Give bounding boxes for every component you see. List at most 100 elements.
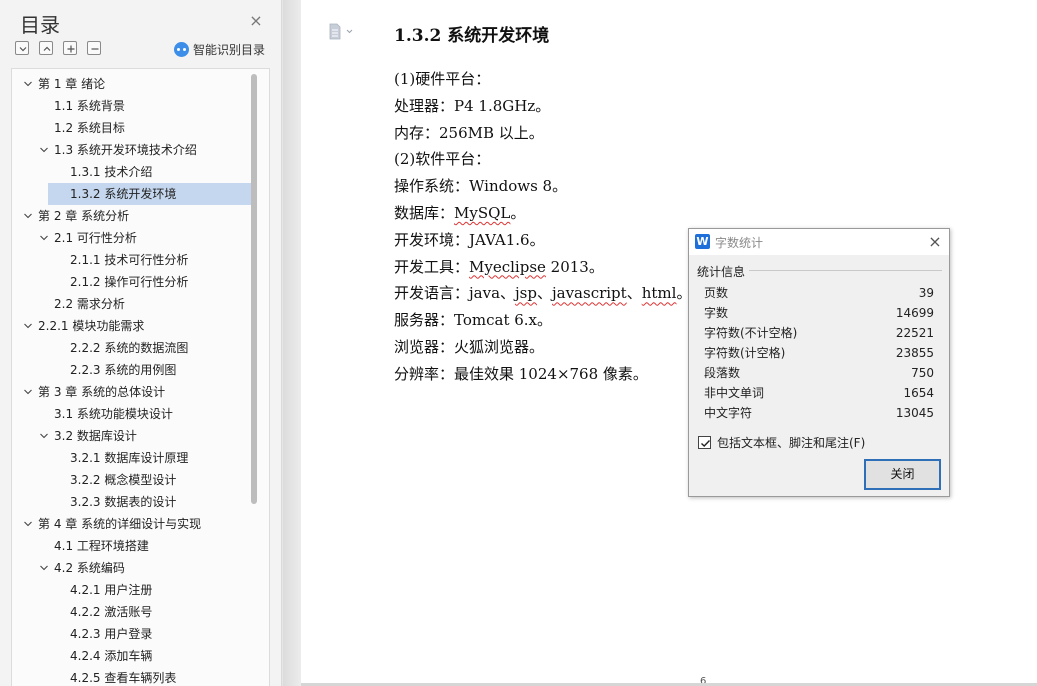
collapse-all-icon[interactable] [15,41,29,55]
smart-toc-label: 智能识别目录 [193,42,266,57]
stat-value: 22521 [895,326,934,340]
toc-scrollbar[interactable] [251,74,257,504]
expand-all-icon[interactable] [39,41,53,55]
toc-item[interactable]: 1.3 系统开发环境技术介绍 [12,139,252,161]
toc-item[interactable]: 4.2.2 激活账号 [12,601,252,623]
chevron-down-icon[interactable] [39,233,49,243]
toc-item-label: 2.2.2 系统的数据流图 [70,341,189,355]
toc-item[interactable]: 1.3.1 技术介绍 [12,161,252,183]
toc-close-icon[interactable]: × [247,12,265,30]
include-textboxes-checkbox[interactable]: 包括文本框、脚注和尾注(F) [698,434,865,450]
toc-item-label: 第 2 章 系统分析 [38,209,130,223]
toc-item-label: 2.2 需求分析 [54,297,125,311]
toc-item[interactable]: 3.1 系统功能模块设计 [12,403,252,425]
toc-item-label: 4.2.5 查看车辆列表 [70,671,177,685]
toc-item[interactable]: 4.2.1 用户注册 [12,579,252,601]
toc-item[interactable]: 3.2 数据库设计 [12,425,252,447]
smart-toc-button[interactable]: 智能识别目录 [174,40,265,58]
document-line: 处理器：P4 1.8GHz。 [394,94,550,118]
stat-label: 中文字符 [704,406,753,420]
page-options-icon[interactable] [328,23,354,41]
spellcheck-flagged-text: html [641,284,677,303]
close-button[interactable]: 关闭 [864,459,941,490]
document-text: 内存：256MB 以上。 [394,123,544,142]
toc-item-label: 1.1 系统背景 [54,99,125,113]
document-text: 开发工具： [394,257,470,276]
smart-toc-icon [174,41,189,57]
document-text: 。 [510,204,526,222]
dialog-title: 字数统计 [715,236,764,250]
toc-item-label: 4.1 工程环境搭建 [54,539,149,553]
chevron-down-icon[interactable] [39,145,49,155]
chevron-down-icon[interactable] [23,321,33,331]
document-line: 服务器：Tomcat 6.x。 [394,308,552,332]
stat-value: 750 [911,366,934,380]
toc-item[interactable]: 2.2.3 系统的用例图 [12,359,252,381]
include-textboxes-label: 包括文本框、脚注和尾注(F) [717,435,866,450]
toc-item[interactable]: 1.2 系统目标 [12,117,252,139]
document-gutter [283,0,301,686]
toc-item[interactable]: 第 3 章 系统的总体设计 [12,381,252,403]
toc-item[interactable]: 3.2.3 数据表的设计 [12,491,252,513]
toc-item[interactable]: 2.1 可行性分析 [12,227,252,249]
wps-writer-icon: W [695,234,710,249]
dialog-titlebar[interactable]: W 字数统计 × [689,229,949,255]
stat-value: 14699 [895,306,934,320]
document-line: 开发环境：JAVA1.6。 [394,228,545,252]
document-line: 分辨率：最佳效果 1024×768 像素。 [394,362,648,386]
toc-item[interactable]: 第 2 章 系统分析 [12,205,252,227]
document-text: 、 [626,284,642,303]
document-line: 数据库：MySQL。 [394,201,525,225]
toc-item-label: 1.3 系统开发环境技术介绍 [54,143,197,157]
toc-item[interactable]: 2.1.1 技术可行性分析 [12,249,252,271]
toc-panel: 目录 × 智能识别目录 第 1 章 绪论 1.1 系统背景 1.2 系统目标 1.3 … [0,0,282,686]
remove-heading-icon[interactable] [87,41,101,55]
stat-label: 字符数(计空格) [704,346,786,360]
chevron-down-icon[interactable] [39,563,49,573]
stat-row: 字数 14699 [704,303,934,323]
add-heading-icon[interactable] [63,41,77,55]
toc-item[interactable]: 2.1.2 操作可行性分析 [12,271,252,293]
toc-item-label: 4.2.1 用户注册 [70,583,153,597]
word-count-dialog: W 字数统计 × 统计信息 页数 39 字数 14699 字符数(不计空格) 22521 字… [688,228,950,497]
toc-item[interactable]: 4.2 系统编码 [12,557,252,579]
stat-row: 字符数(计空格) 23855 [704,343,934,363]
toc-item-label: 3.2 数据库设计 [54,429,137,443]
document-text: (2)软件平台： [394,150,491,169]
toc-item[interactable]: 4.2.4 添加车辆 [12,645,252,667]
toc-title: 目录 [20,13,60,37]
document-text: 服务器：Tomcat 6.x。 [394,311,553,330]
checkbox-box[interactable] [698,435,711,449]
chevron-down-icon[interactable] [23,519,33,529]
toc-item-label: 4.2.4 添加车辆 [70,649,153,663]
toc-item[interactable]: 第 1 章 绪论 [12,73,252,95]
toc-item[interactable]: 1.3.2 系统开发环境 [48,183,252,205]
toc-item[interactable]: 1.1 系统背景 [12,95,252,117]
toc-item[interactable]: 4.2.5 查看车辆列表 [12,667,252,686]
document-line: 操作系统：Windows 8。 [394,174,567,198]
chevron-down-icon[interactable] [23,79,33,89]
toc-item[interactable]: 3.2.1 数据库设计原理 [12,447,252,469]
toc-item[interactable]: 4.1 工程环境搭建 [12,535,252,557]
toc-item[interactable]: 4.2.3 用户登录 [12,623,252,645]
toc-item[interactable]: 2.2.1 模块功能需求 [12,315,252,337]
document-text: 浏览器：火狐浏览器。 [394,338,545,356]
toc-item-label: 4.2 系统编码 [54,561,125,575]
document-line: 浏览器：火狐浏览器。 [394,335,544,359]
chevron-down-icon[interactable] [39,431,49,441]
stat-value: 1654 [903,386,934,400]
document-line: 开发语言：java、jsp、javascript、html。 [394,281,691,305]
stat-label: 段落数 [704,366,741,380]
chevron-down-icon[interactable] [23,387,33,397]
dialog-close-icon[interactable]: × [925,232,945,252]
document-line: (1)硬件平台： [394,67,490,91]
toc-item-label: 第 3 章 系统的总体设计 [38,385,166,399]
toc-item[interactable]: 3.2.2 概念模型设计 [12,469,252,491]
toc-item-label: 1.2 系统目标 [54,121,125,135]
chevron-down-icon[interactable] [23,211,33,221]
spellcheck-flagged-text: jsp [515,284,537,303]
toc-item[interactable]: 2.2 需求分析 [12,293,252,315]
toc-item[interactable]: 第 4 章 系统的详细设计与实现 [12,513,252,535]
toc-item[interactable]: 2.2.2 系统的数据流图 [12,337,252,359]
stats-group-divider [749,270,942,271]
